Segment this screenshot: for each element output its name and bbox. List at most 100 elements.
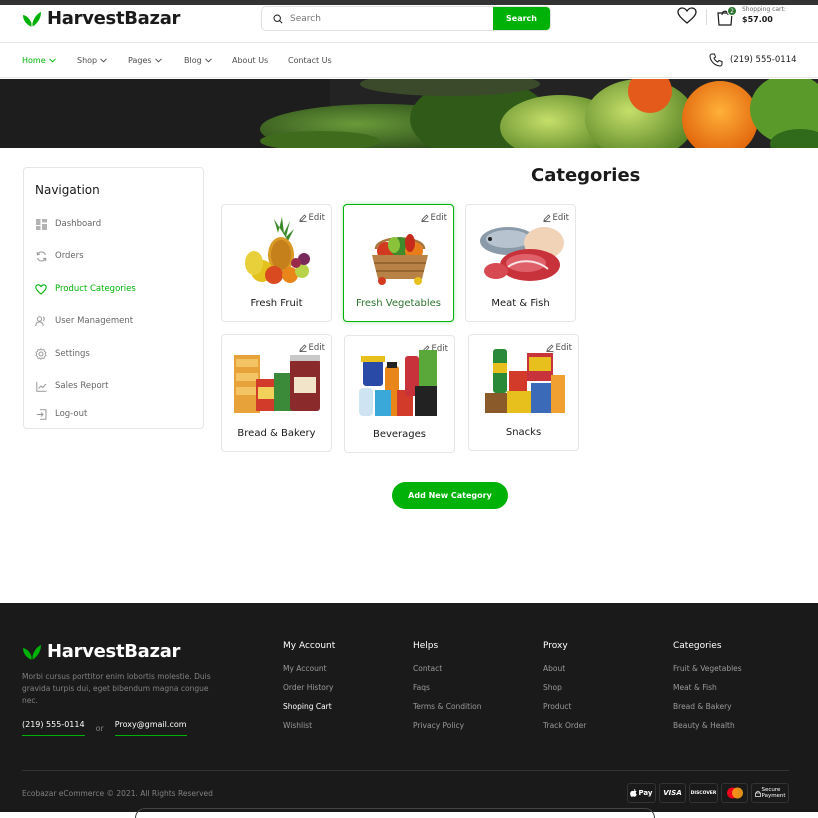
category-label: Snacks bbox=[505, 427, 542, 438]
cart-count-badge: 2 bbox=[727, 6, 737, 16]
footer-link[interactable]: Terms & Condition bbox=[413, 702, 482, 721]
category-label: Bread & Bakery bbox=[237, 428, 316, 439]
chevron-down-icon bbox=[100, 58, 107, 63]
add-new-category-button[interactable]: Add New Category bbox=[392, 482, 508, 509]
category-card-snacks[interactable]: Edit Snacks bbox=[468, 334, 579, 451]
footer-link[interactable]: Contact bbox=[413, 664, 482, 683]
nav-pages[interactable]: Pages bbox=[128, 56, 162, 65]
sidebar-item-settings[interactable]: Settings bbox=[35, 346, 205, 362]
footer-link[interactable]: Meat & Fish bbox=[673, 683, 742, 702]
sidebar-item-label: Log-out bbox=[55, 409, 88, 419]
category-card-bread-bakery[interactable]: Edit Bread & Bakery bbox=[221, 334, 332, 452]
sidebar-title: Navigation bbox=[35, 183, 100, 197]
footer-link[interactable]: Track Order bbox=[543, 721, 586, 740]
chevron-down-icon bbox=[204, 58, 212, 63]
payment-label: VISA bbox=[663, 789, 682, 797]
nav-blog[interactable]: Blog bbox=[184, 56, 212, 65]
footer-link[interactable]: Faqs bbox=[413, 683, 482, 702]
nav-shop-label: Shop bbox=[77, 56, 98, 65]
footer-link[interactable]: Privacy Policy bbox=[413, 721, 482, 740]
footer-contact: (219) 555-0114 or Proxy@gmail.com bbox=[22, 720, 187, 736]
sidebar-item-label: Orders bbox=[55, 251, 84, 261]
cart-summary[interactable]: Shopping cart: $57.00 bbox=[742, 6, 786, 24]
footer-link[interactable]: Wishlist bbox=[283, 721, 335, 740]
nav-blog-label: Blog bbox=[184, 56, 202, 65]
footer-link[interactable]: Fruit & Vegetables bbox=[673, 664, 742, 683]
sidebar-item-label: User Management bbox=[55, 316, 134, 326]
footer: HarvestBazar Morbi cursus porttitor enim… bbox=[0, 603, 818, 818]
nav-about-label: About Us bbox=[232, 56, 269, 65]
footer-column-title: Categories bbox=[673, 641, 722, 651]
footer-link[interactable]: Bread & Bakery bbox=[673, 702, 742, 721]
footer-link[interactable]: Shop bbox=[543, 683, 586, 702]
category-label: Beverages bbox=[372, 429, 427, 440]
logo[interactable]: HarvestBazar bbox=[22, 8, 180, 29]
footer-copyright: Ecobazar eCommerce © 2021. All Rights Re… bbox=[22, 789, 213, 798]
cart-total: $57.00 bbox=[742, 15, 773, 24]
category-label: Fresh Fruit bbox=[250, 298, 303, 309]
cart-label: Shopping cart: bbox=[742, 6, 786, 13]
wishlist-button[interactable] bbox=[677, 7, 697, 29]
sidebar-item-sales-report[interactable]: Sales Report bbox=[35, 378, 205, 394]
footer-link[interactable]: Order History bbox=[283, 683, 335, 702]
nav-about[interactable]: About Us bbox=[232, 56, 268, 65]
category-card-beverages[interactable]: Edit Beverages bbox=[344, 335, 455, 453]
category-label: Meat & Fish bbox=[491, 298, 550, 309]
secure-payment-badge: Secure Payment bbox=[751, 783, 789, 803]
search-button[interactable]: Search bbox=[493, 7, 550, 30]
sidebar-item-label: Sales Report bbox=[55, 381, 109, 391]
fresh-vegetables-image bbox=[372, 234, 428, 285]
gear-icon bbox=[35, 348, 47, 360]
search-icon bbox=[266, 13, 290, 24]
nav-home[interactable]: Home bbox=[22, 56, 56, 65]
footer-link[interactable]: About bbox=[543, 664, 586, 683]
footer-email[interactable]: Proxy@gmail.com bbox=[114, 720, 187, 736]
sidebar-item-user-management[interactable]: User Management bbox=[35, 313, 205, 329]
footer-logo-text: HarvestBazar bbox=[47, 641, 181, 662]
heart-icon bbox=[35, 283, 47, 295]
footer-column-proxy: Proxy About Shop Product Track Order bbox=[543, 641, 586, 740]
grid-icon bbox=[35, 218, 47, 230]
payment-label: Pay bbox=[638, 789, 653, 797]
nav-contact-label: Contact Us bbox=[288, 56, 332, 65]
category-card-meat-fish[interactable]: Edit Meat & Fish bbox=[465, 204, 576, 322]
fresh-fruit-image bbox=[245, 217, 310, 284]
leaf-logo-icon bbox=[23, 644, 41, 660]
heart-icon bbox=[677, 7, 697, 24]
footer-divider bbox=[22, 770, 789, 771]
footer-link[interactable]: Shoping Cart bbox=[283, 702, 335, 721]
header-phone-number: (219) 555-0114 bbox=[730, 55, 797, 65]
nav-pages-label: Pages bbox=[128, 56, 152, 65]
refresh-icon bbox=[35, 250, 47, 262]
mastercard-icon bbox=[726, 787, 743, 799]
header: HarvestBazar Search 2 Shopping cart: $57… bbox=[0, 5, 818, 43]
main-nav: Home Shop Pages Blog About Us Contact Us… bbox=[0, 44, 818, 78]
footer-link[interactable]: Product bbox=[543, 702, 586, 721]
beverages-image bbox=[359, 350, 437, 416]
footer-column-my-account: My Account My Account Order History Shop… bbox=[283, 641, 335, 740]
footer-logo[interactable]: HarvestBazar bbox=[22, 641, 180, 662]
users-icon bbox=[35, 315, 47, 327]
sidebar-item-logout[interactable]: Log-out bbox=[35, 406, 205, 422]
sidebar-item-orders[interactable]: Orders bbox=[35, 248, 205, 264]
bread-bakery-image bbox=[234, 355, 320, 413]
meat-fish-image bbox=[480, 227, 564, 281]
footer-phone[interactable]: (219) 555-0114 bbox=[22, 720, 85, 736]
sidebar-item-product-categories[interactable]: Product Categories bbox=[35, 281, 205, 297]
nav-contact[interactable]: Contact Us bbox=[288, 56, 332, 65]
footer-or: or bbox=[95, 723, 104, 733]
footer-link[interactable]: My Account bbox=[283, 664, 335, 683]
search-input[interactable] bbox=[290, 13, 493, 24]
sidebar-item-label: Settings bbox=[55, 349, 90, 359]
category-card-fresh-fruit[interactable]: Edit Fresh Fruit bbox=[221, 204, 332, 322]
category-card-fresh-vegetables[interactable]: Edit Fresh Vegetables bbox=[343, 204, 454, 322]
header-phone[interactable]: (219) 555-0114 bbox=[709, 53, 796, 67]
footer-description: Morbi cursus porttitor enim lobortis mol… bbox=[22, 672, 211, 705]
page-title: Categories bbox=[531, 165, 641, 186]
footer-column-title: Helps bbox=[413, 641, 439, 651]
sidebar-item-dashboard[interactable]: Dashboard bbox=[35, 216, 205, 232]
footer-column-categories: Categories Fruit & Vegetables Meat & Fis… bbox=[673, 641, 742, 740]
footer-link[interactable]: Beauty & Health bbox=[673, 721, 742, 740]
nav-shop[interactable]: Shop bbox=[77, 56, 107, 65]
payment-label: DISCOVER bbox=[690, 790, 717, 796]
